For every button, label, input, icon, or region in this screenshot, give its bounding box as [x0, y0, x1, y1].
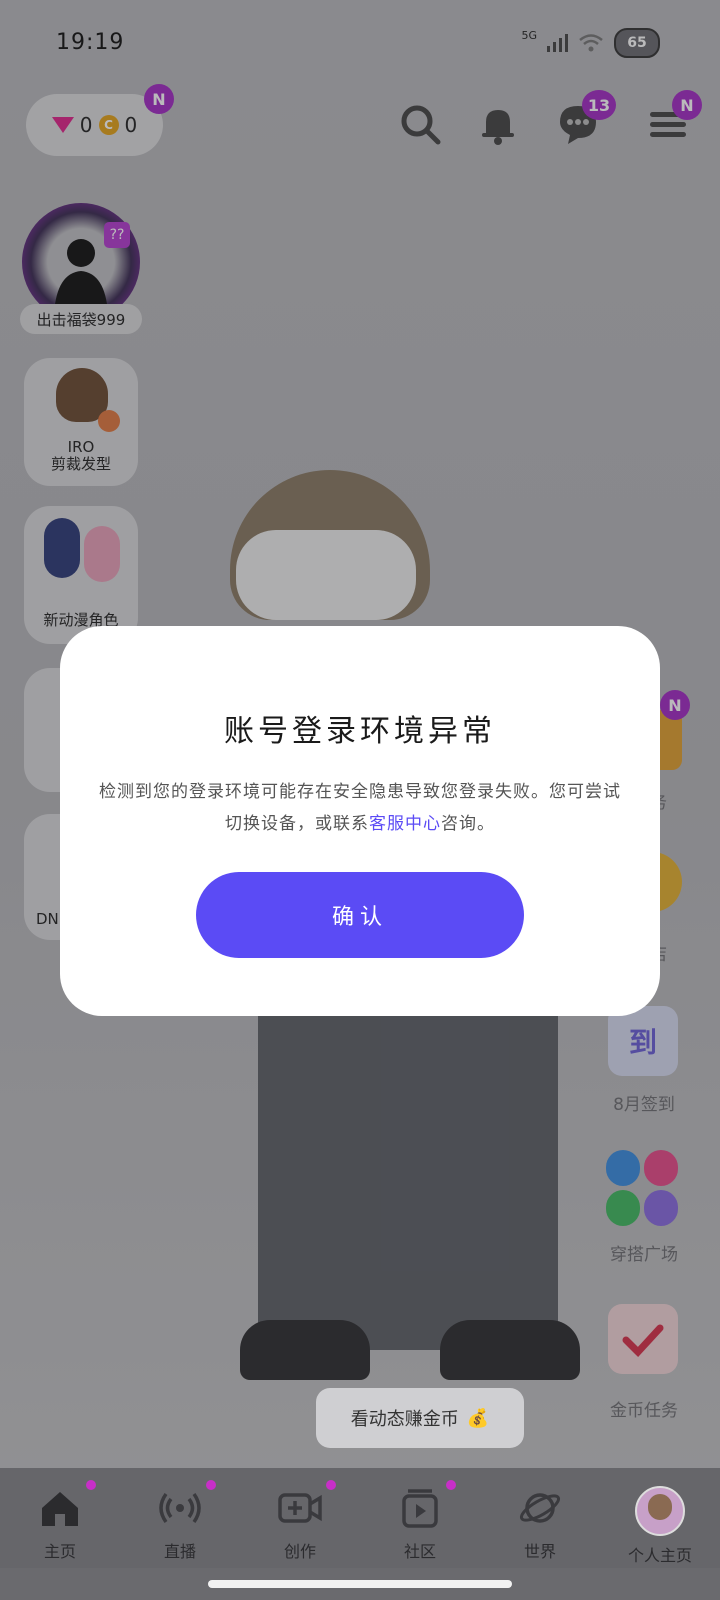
nav-live[interactable]: 直播: [120, 1468, 240, 1568]
nav-community[interactable]: 社区: [360, 1468, 480, 1568]
notification-dot: [206, 1480, 216, 1490]
play-stack-icon: [402, 1489, 438, 1528]
notification-dot: [326, 1480, 336, 1490]
nav-profile-label: 个人主页: [627, 1546, 692, 1565]
nav-live-label: 直播: [163, 1542, 196, 1561]
nav-home[interactable]: 主页: [0, 1468, 120, 1568]
bottom-navigation: 主页 直播 创作 社区 世界 个人主页: [0, 1468, 720, 1568]
watch-feed-earn-coins[interactable]: 看动态赚金币 💰: [316, 1388, 524, 1448]
customer-service-link[interactable]: 客服中心: [369, 814, 441, 834]
dialog-message-text: 检测到您的登录环境可能存在安全隐患导致您登录失败。您可尝试切换设备，或联系: [99, 782, 621, 834]
nav-create[interactable]: 创作: [240, 1468, 360, 1568]
nav-community-label: 社区: [403, 1542, 436, 1561]
nav-create-label: 创作: [283, 1542, 316, 1561]
dialog-message: 检测到您的登录环境可能存在安全隐患导致您登录失败。您可尝试切换设备，或联系客服中…: [96, 776, 624, 840]
nav-world[interactable]: 世界: [480, 1468, 600, 1568]
promo-label: 看动态赚金币: [350, 1409, 459, 1430]
notification-dot: [86, 1480, 96, 1490]
video-add-icon: [278, 1493, 322, 1523]
nav-world-label: 世界: [523, 1542, 556, 1561]
dialog-message-suffix: 咨询。: [441, 814, 495, 834]
broadcast-icon: [159, 1492, 201, 1524]
nav-home-label: 主页: [43, 1542, 76, 1561]
confirm-button[interactable]: 确认: [196, 872, 524, 958]
nav-profile[interactable]: 个人主页: [600, 1468, 720, 1568]
login-error-dialog: 账号登录环境异常 检测到您的登录环境可能存在安全隐患导致您登录失败。您可尝试切换…: [60, 626, 660, 1016]
dialog-title: 账号登录环境异常: [224, 714, 496, 749]
profile-avatar: [635, 1486, 685, 1536]
home-icon: [42, 1492, 78, 1526]
home-indicator[interactable]: [208, 1580, 512, 1588]
money-bag-icon: 💰: [466, 1407, 490, 1429]
planet-icon: [519, 1493, 561, 1523]
notification-dot: [446, 1480, 456, 1490]
